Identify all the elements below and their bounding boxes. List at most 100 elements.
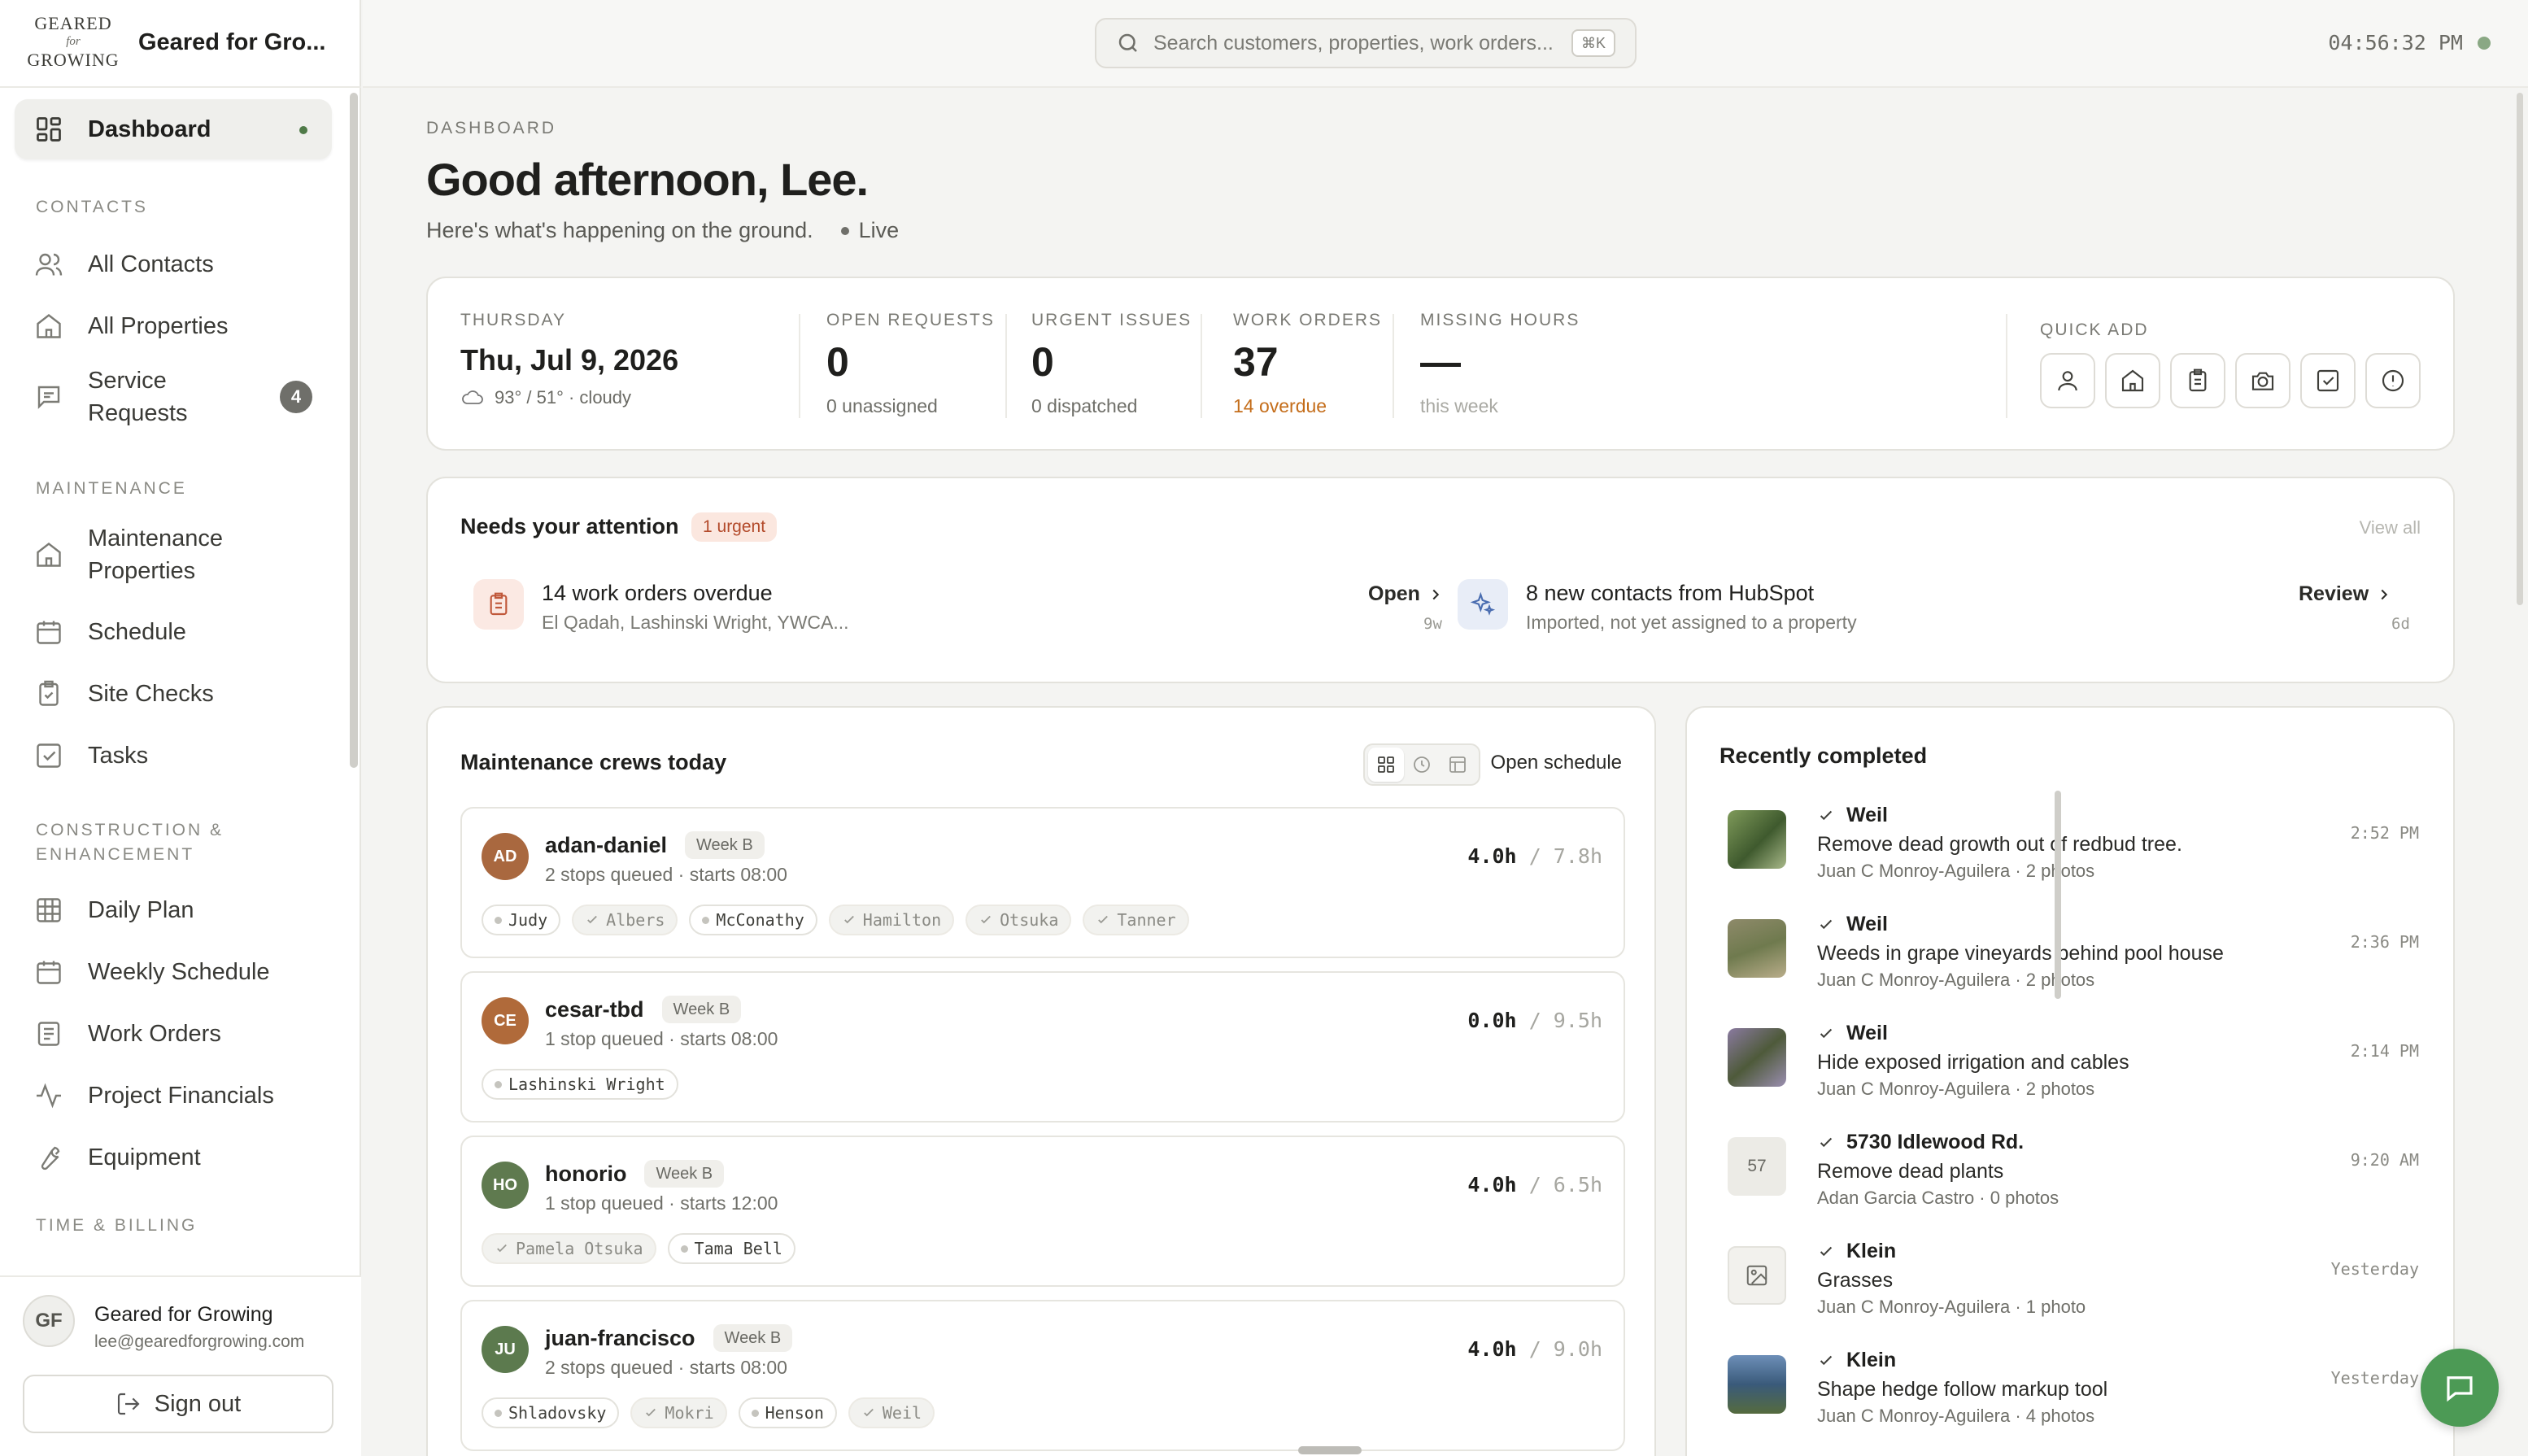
alert-sub: El Qadah, Lashinski Wright, YWCA... — [542, 612, 849, 633]
stop-chip-done[interactable]: Albers — [572, 905, 678, 935]
stat-work-orders[interactable]: WORK ORDERS 37 14 overdue — [1233, 311, 1382, 417]
sign-out-button[interactable]: Sign out — [23, 1375, 333, 1433]
alert-item[interactable]: 8 new contacts from HubSpot Imported, no… — [1458, 579, 2426, 652]
stop-chip[interactable]: Shladovsky — [482, 1397, 620, 1428]
stat-label: MISSING HOURS — [1420, 311, 1580, 329]
sidebar-item-all-contacts[interactable]: All Contacts — [15, 234, 332, 294]
sidebar-item-all-properties[interactable]: All Properties — [15, 296, 332, 356]
crew-card[interactable]: JU juan-francisco Week B 2 stops queued … — [460, 1300, 1625, 1451]
list-item[interactable]: Klein Grasses Juan C Monroy-Aguilera · 1… — [1728, 1240, 2419, 1337]
search-input[interactable]: Search customers, properties, work order… — [1095, 18, 1637, 68]
attention-title: Needs your attention — [460, 514, 679, 538]
sidebar-item-daily-plan[interactable]: Daily Plan — [15, 880, 332, 940]
stop-chip[interactable]: Tama Bell — [667, 1233, 795, 1264]
pending-dot — [495, 1080, 502, 1088]
stop-chip-done[interactable]: Mokri — [630, 1397, 727, 1428]
stop-chip[interactable]: McConathy — [689, 905, 817, 935]
list-item[interactable]: Weil Remove dead growth out of redbud tr… — [1728, 804, 2419, 901]
stat-open-requests[interactable]: OPEN REQUESTS 0 0 unassigned — [826, 311, 995, 417]
sidebar-item-label: Project Financials — [88, 1083, 274, 1109]
quick-add-work-order-button[interactable] — [2170, 353, 2225, 408]
sidebar-item-work-orders[interactable]: Work Orders — [15, 1004, 332, 1064]
property-label: Weil — [1846, 804, 1888, 826]
list-item[interactable]: 57 5730 Idlewood Rd. Remove dead plants … — [1728, 1131, 2419, 1228]
list-item[interactable]: Weil Weeds in grape vineyards behind poo… — [1728, 913, 2419, 1010]
calendar-icon — [37, 961, 61, 984]
sidebar-item-schedule[interactable]: Schedule — [15, 602, 332, 662]
hours-total: / 7.8h — [1528, 844, 1602, 868]
sidebar-item-label: All Properties — [88, 313, 229, 339]
list-item[interactable]: Weil Hide exposed irrigation and cables … — [1728, 1022, 2419, 1119]
stop-chip-done[interactable]: Otsuka — [965, 905, 1072, 935]
photo-thumbnail[interactable] — [1728, 1028, 1786, 1087]
open-schedule-link[interactable]: Open schedule — [1491, 752, 1622, 774]
stop-chip-done[interactable]: Pamela Otsuka — [482, 1233, 656, 1264]
stop-chip[interactable]: Henson — [738, 1397, 837, 1428]
stop-chip[interactable]: Judy — [482, 905, 561, 935]
stat-missing-hours[interactable]: MISSING HOURS — this week — [1420, 311, 1580, 417]
sidebar-item-maintenance-properties[interactable]: Maintenance Properties — [15, 516, 332, 594]
stat-urgent-issues[interactable]: URGENT ISSUES 0 0 dispatched — [1031, 311, 1192, 417]
chat-button[interactable] — [2421, 1349, 2499, 1427]
sidebar-item-tasks[interactable]: Tasks — [15, 726, 332, 786]
stop-label: Weil — [882, 1403, 922, 1423]
week-badge: Week B — [685, 831, 765, 859]
photo-thumbnail[interactable] — [1728, 1355, 1786, 1414]
review-button[interactable]: Review — [2299, 582, 2393, 606]
completed-by: Juan C Monroy-Aguilera · 2 photos — [1817, 861, 2095, 881]
quick-add-task-button[interactable] — [2300, 353, 2356, 408]
crew-card[interactable]: HO honorio Week B 1 stop queued · starts… — [460, 1136, 1625, 1287]
check-icon — [646, 1408, 656, 1417]
property-thumbnail[interactable]: 57 — [1728, 1137, 1786, 1196]
view-all-link[interactable]: View all — [2360, 517, 2421, 538]
divider — [1201, 314, 1202, 418]
sidebar-item-equipment[interactable]: Equipment — [15, 1127, 332, 1188]
grid-view-button[interactable] — [1368, 748, 1404, 782]
completed-time: 9:20 AM — [2350, 1150, 2419, 1170]
timeline-view-button[interactable] — [1404, 748, 1440, 782]
quick-add-photo-button[interactable] — [2235, 353, 2290, 408]
sidebar-item-service-requests[interactable]: Service Requests 4 — [15, 358, 332, 436]
photo-thumbnail[interactable] — [1728, 810, 1786, 869]
sidebar-item-dashboard[interactable]: Dashboard — [15, 99, 332, 159]
weather-text: 93° / 51° · cloudy — [495, 387, 632, 408]
recent-scrollbar[interactable] — [2055, 791, 2061, 999]
avatar[interactable]: GF — [23, 1295, 75, 1347]
stop-chip-done[interactable]: Hamilton — [828, 905, 955, 935]
image-placeholder-icon[interactable] — [1728, 1246, 1786, 1305]
stop-label: Tama Bell — [694, 1239, 782, 1258]
check-icon — [1820, 1028, 1833, 1038]
stat-sub: this week — [1420, 395, 1498, 416]
crew-name-text: cesar-tbd — [545, 996, 644, 1022]
stop-chip[interactable]: Lashinski Wright — [482, 1069, 678, 1100]
avatar: JU — [482, 1326, 529, 1373]
account-panel: GF Geared for Growing lee@gearedforgrowi… — [0, 1275, 361, 1456]
table-view-button[interactable] — [1440, 748, 1475, 782]
crew-card[interactable]: CE cesar-tbd Week B 1 stop queued · star… — [460, 971, 1625, 1123]
photo-thumbnail[interactable] — [1728, 919, 1786, 978]
property-label: Weil — [1846, 1022, 1888, 1044]
sidebar-scrollbar[interactable] — [350, 93, 358, 768]
open-button[interactable]: Open — [1368, 582, 1445, 606]
quick-add-issue-button[interactable] — [2365, 353, 2421, 408]
action-label: Open — [1368, 582, 1420, 605]
stop-chip-done[interactable]: Tanner — [1083, 905, 1189, 935]
stop-chip-done[interactable]: Weil — [848, 1397, 935, 1428]
sidebar-item-weekly-schedule[interactable]: Weekly Schedule — [15, 942, 332, 1002]
list-item[interactable]: Klein Shape hedge follow markup tool Jua… — [1728, 1349, 2419, 1446]
alert-item[interactable]: 14 work orders overdue El Qadah, Lashins… — [473, 579, 1442, 652]
sidebar-item-label: All Contacts — [88, 251, 214, 277]
property-name: Weil — [1817, 804, 1888, 827]
sidebar-item-project-financials[interactable]: Project Financials — [15, 1066, 332, 1126]
horizontal-scrollbar[interactable] — [1298, 1446, 1362, 1454]
stat-value: 0 — [1031, 339, 1054, 385]
main-scrollbar[interactable] — [2517, 93, 2523, 605]
stat-label: URGENT ISSUES — [1031, 311, 1192, 329]
sidebar-item-site-checks[interactable]: Site Checks — [15, 664, 332, 724]
crew-card[interactable]: AD adan-daniel Week B 2 stops queued · s… — [460, 807, 1625, 958]
stop-label: Lashinski Wright — [508, 1075, 665, 1094]
brand-logo[interactable]: GEARED for GROWING — [24, 15, 122, 70]
user-icon — [2058, 371, 2077, 391]
quick-add-contact-button[interactable] — [2040, 353, 2095, 408]
quick-add-property-button[interactable] — [2105, 353, 2160, 408]
